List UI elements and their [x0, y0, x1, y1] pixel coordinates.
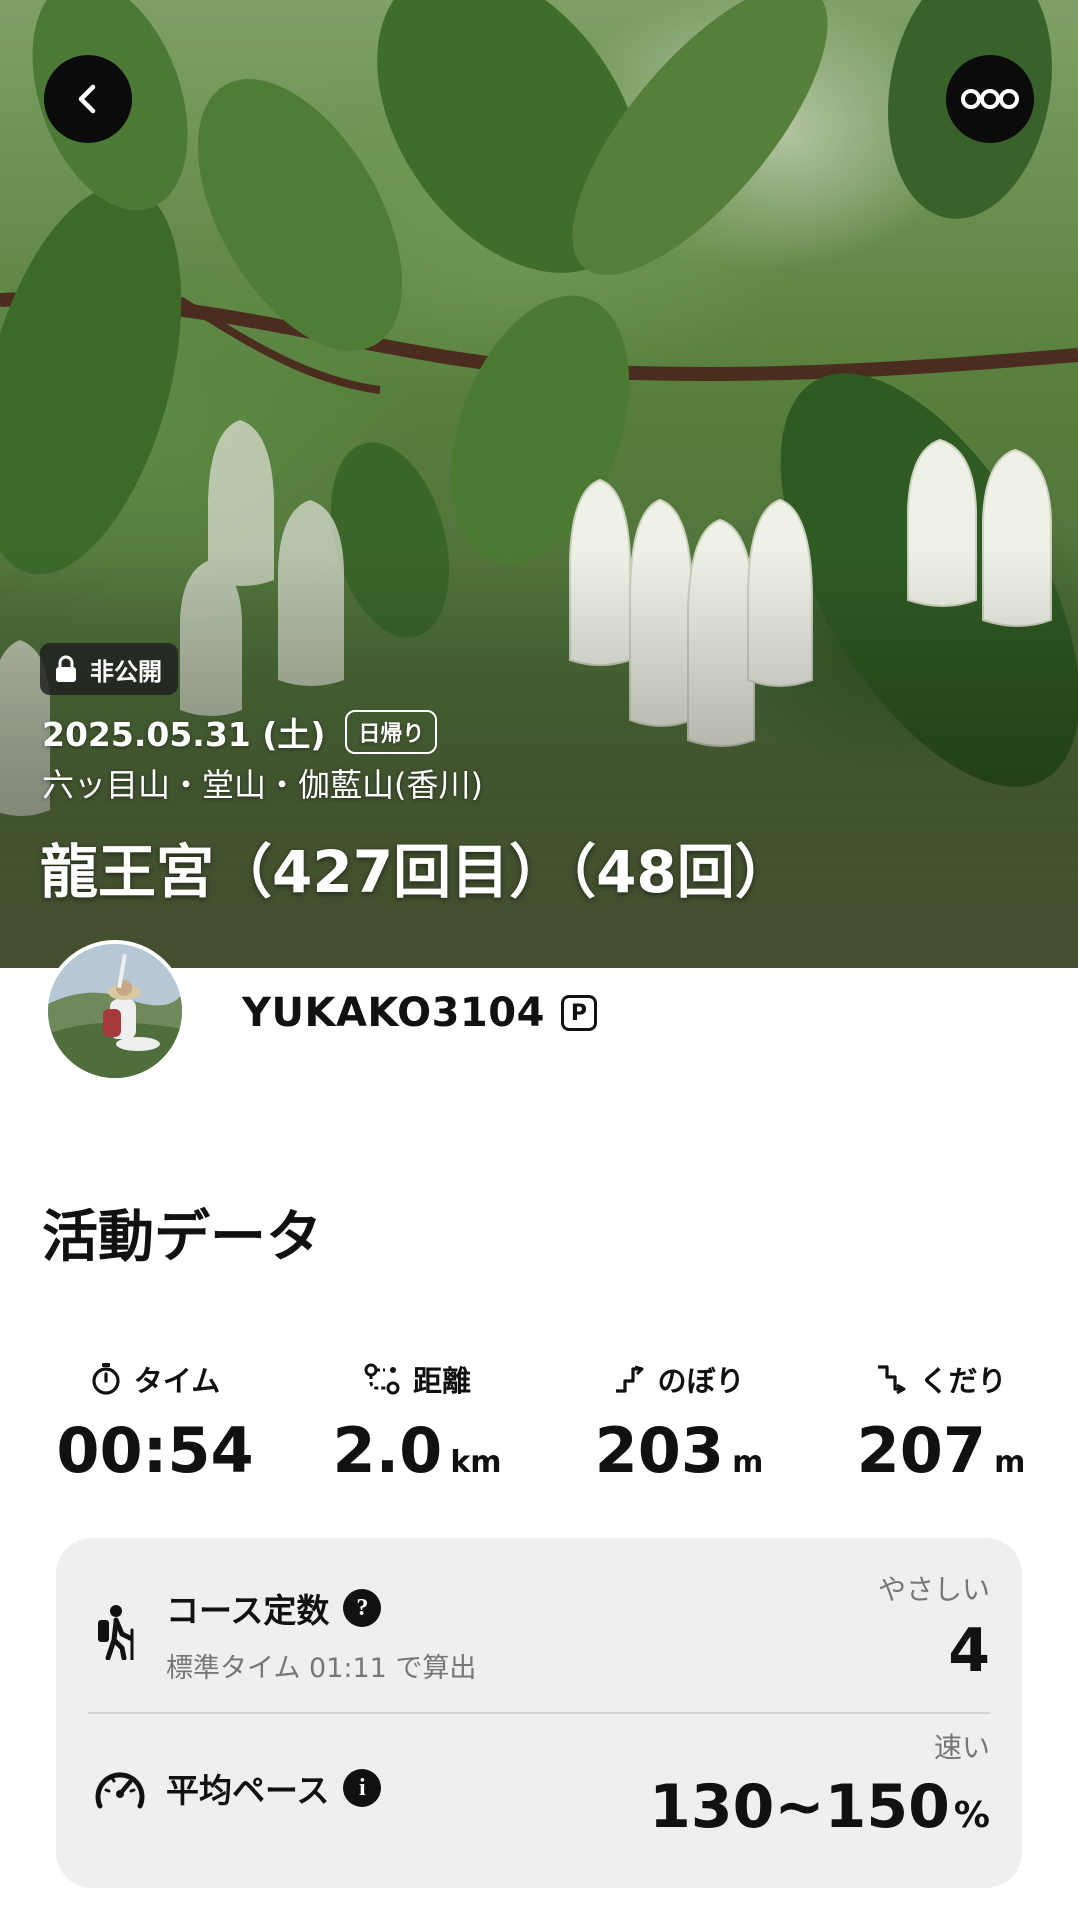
hiker-icon: [98, 1605, 134, 1660]
average-pace-number: 130~150: [649, 1772, 950, 1842]
route-icon: [364, 1363, 400, 1395]
back-button[interactable]: [44, 55, 132, 143]
stat-ascent-unit: m: [732, 1445, 764, 1480]
stat-ascent-label: のぼり: [657, 1364, 745, 1398]
average-pace-row[interactable]: 平均ペース i 速い 130~150%: [56, 1714, 1022, 1888]
course-difficulty-label: やさしい: [877, 1573, 990, 1606]
section-title-activity-data: 活動データ: [42, 1205, 322, 1270]
stat-descent-value: 207: [856, 1414, 987, 1487]
stat-distance-label: 距離: [412, 1364, 471, 1398]
info-icon[interactable]: i: [343, 1769, 382, 1807]
course-constant-subtitle: 標準タイム 01:11 で算出: [166, 1653, 477, 1684]
ascent-icon: [616, 1365, 644, 1393]
stat-ascent: のぼり 203 m: [554, 1358, 804, 1487]
date-row: 2025.05.31 (土) 日帰り: [42, 708, 438, 756]
stat-time: タイム 00:54: [30, 1358, 280, 1487]
course-constant-row[interactable]: コース定数 ? 標準タイム 01:11 で算出 やさしい 4: [56, 1538, 1022, 1712]
average-pace-title: 平均ペース: [166, 1771, 330, 1810]
stopwatch-icon: [92, 1363, 120, 1395]
lock-icon: [56, 655, 76, 682]
speedometer-icon: [95, 1772, 145, 1809]
avatar-photo: [48, 944, 182, 1078]
chevron-left-icon: [78, 84, 96, 114]
stat-descent: くだり 207 m: [816, 1358, 1066, 1487]
ellipsis-icon: [961, 89, 1019, 109]
course-constant-value: 4: [948, 1616, 990, 1686]
stat-descent-unit: m: [994, 1445, 1026, 1480]
privacy-label: 非公開: [90, 657, 162, 686]
activity-stats: タイム 00:54 距離 2.0 km のぼり 203 m くだり 207 m: [30, 1358, 1048, 1488]
trip-type-tag: 日帰り: [345, 710, 438, 754]
pace-speed-label: 速い: [933, 1731, 990, 1764]
average-pace-value: 130~150%: [649, 1772, 990, 1842]
stat-time-label: タイム: [133, 1364, 221, 1398]
stat-descent-label: くだり: [919, 1364, 1007, 1398]
premium-badge-icon: P: [560, 995, 597, 1031]
stat-distance-value: 2.0: [332, 1414, 443, 1487]
activity-date: 2025.05.31 (土): [42, 715, 326, 754]
course-pace-card: コース定数 ? 標準タイム 01:11 で算出 やさしい 4 平均ペース i 速…: [56, 1538, 1022, 1888]
course-constant-title: コース定数: [166, 1591, 330, 1630]
mountain-names[interactable]: 六ッ目山・堂山・伽藍山(香川): [42, 760, 483, 806]
stat-distance-unit: km: [450, 1445, 502, 1480]
help-icon[interactable]: ?: [343, 1589, 382, 1627]
username[interactable]: YUKAKO3104: [242, 990, 545, 1036]
activity-title: 龍王宮（427回目）（48回）: [40, 838, 793, 906]
cover-photo: 非公開 2025.05.31 (土) 日帰り 六ッ目山・堂山・伽藍山(香川) 龍…: [0, 0, 1078, 968]
stat-time-value: 00:54: [56, 1414, 254, 1487]
privacy-badge: 非公開: [40, 643, 178, 695]
user-row[interactable]: YUKAKO3104 P: [242, 990, 597, 1036]
more-options-button[interactable]: [946, 55, 1034, 143]
avatar[interactable]: [44, 940, 186, 1082]
average-pace-unit: %: [953, 1795, 990, 1836]
stat-distance: 距離 2.0 km: [292, 1358, 542, 1487]
descent-icon: [878, 1365, 906, 1395]
stat-ascent-value: 203: [594, 1414, 725, 1487]
